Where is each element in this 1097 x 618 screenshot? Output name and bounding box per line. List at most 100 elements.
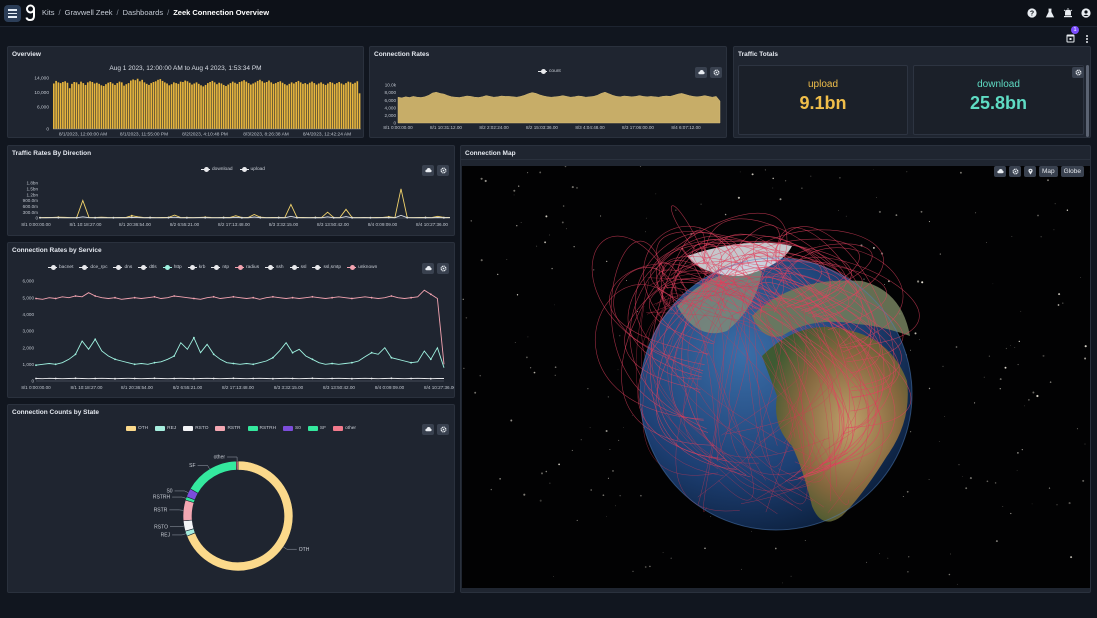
settings-button[interactable]	[1072, 67, 1084, 78]
bar	[145, 83, 148, 129]
star	[553, 576, 554, 577]
bar	[195, 82, 198, 129]
traffic-direction-chart[interactable]: 1.8bn1.5bn1.2bn900.0m600.0m300.0m08/1 0:…	[8, 146, 455, 236]
bar	[308, 82, 311, 129]
bar	[351, 83, 354, 129]
traffic-totals-title: Traffic Totals	[738, 51, 778, 58]
bar	[177, 83, 180, 129]
counts-by-state-chart[interactable]: OTH REJ RSTO RSTR RSTRHS0 SF other	[8, 405, 455, 593]
bar	[82, 83, 85, 129]
other-point	[153, 377, 156, 380]
star	[566, 228, 568, 230]
user-account-icon[interactable]	[1081, 8, 1091, 18]
bar	[256, 80, 259, 129]
y-tick-label: 0	[35, 216, 38, 221]
star	[644, 566, 647, 568]
bar	[222, 84, 225, 129]
star	[623, 426, 624, 428]
rates-by-service-chart[interactable]: 6,000 5,000 4,000 3,000 2,000 1,000 08/1 0:00:…	[8, 243, 455, 398]
overview-chart[interactable]: 14,000 10,000 6,000 0 8/1/2023, 12:00:00 AM 8…	[8, 47, 364, 138]
star	[1068, 502, 1071, 505]
x-tick-label: 8/2 2:02:24.00	[479, 125, 509, 130]
settings-button[interactable]	[1009, 166, 1021, 177]
upload-point	[424, 216, 427, 219]
x-tick-label: 8/3 17:06:00.00	[622, 125, 654, 130]
download-button[interactable]	[994, 166, 1006, 177]
bar	[105, 84, 107, 129]
location-button[interactable]	[1024, 166, 1036, 177]
bar	[109, 82, 112, 129]
scrollbar[interactable]	[1086, 65, 1089, 137]
bar	[197, 83, 200, 129]
y-tick-label: 600.0m	[23, 204, 38, 209]
star	[551, 267, 553, 270]
unknown-point	[133, 296, 136, 299]
star	[751, 173, 754, 176]
breadcrumb-gravwell-zeek[interactable]: Gravwell Zeek	[65, 8, 113, 17]
star	[1032, 391, 1035, 394]
star	[589, 427, 591, 429]
breadcrumb-separator: /	[116, 8, 119, 17]
star	[872, 246, 875, 249]
bar	[265, 82, 268, 129]
star	[1016, 470, 1018, 471]
y-tick-label: 1,000	[23, 362, 35, 367]
map-controls: Map Globe	[994, 166, 1085, 177]
bar	[184, 80, 187, 129]
x-tick-label: 8/4 0:09:09.00	[375, 385, 405, 390]
upload-point	[387, 216, 390, 219]
star	[983, 376, 985, 378]
star	[1053, 229, 1055, 231]
x-tick-label: 8/1 0:00:00.00	[383, 125, 413, 130]
star	[1057, 304, 1060, 306]
flask-icon[interactable]	[1045, 8, 1055, 18]
star	[837, 210, 839, 211]
bar	[284, 84, 286, 129]
upload-point	[314, 216, 317, 219]
x-tick-label: 8/2 17:13:48.00	[222, 385, 254, 390]
breadcrumb-dashboards[interactable]: Dashboards	[123, 8, 163, 17]
x-tick-label: 8/2 17:13:48.00	[218, 222, 250, 227]
bar	[100, 85, 103, 129]
bar	[170, 84, 173, 129]
help-icon[interactable]: ?	[1027, 8, 1037, 18]
http-point	[272, 356, 274, 359]
star	[740, 568, 742, 570]
star	[918, 339, 920, 341]
bar	[259, 79, 261, 129]
more-options-icon[interactable]	[1085, 34, 1089, 44]
connection-rates-chart[interactable]: 10.0k8,0006,0004,0002,00008/1 0:00:00.00…	[370, 47, 727, 138]
other-point	[133, 377, 136, 380]
bar	[333, 84, 336, 129]
download-value: 25.8bn	[969, 93, 1028, 113]
globe-view-button[interactable]: Globe	[1060, 166, 1085, 177]
star	[606, 260, 608, 263]
gravwell-logo[interactable]	[24, 4, 37, 22]
star	[1047, 179, 1049, 182]
http-point	[410, 361, 412, 364]
alarm-icon[interactable]	[1063, 8, 1073, 18]
breadcrumb-kits[interactable]: Kits	[42, 8, 55, 17]
bar	[295, 82, 297, 129]
bar	[141, 79, 143, 129]
star	[645, 231, 647, 233]
star	[605, 429, 608, 433]
star	[1080, 277, 1082, 279]
star	[463, 367, 465, 369]
http-point	[133, 363, 136, 366]
star	[1036, 394, 1039, 398]
star	[774, 547, 777, 550]
star	[549, 482, 551, 484]
unknown-point	[153, 295, 156, 298]
bar	[130, 80, 132, 129]
star	[878, 210, 881, 213]
slice-leader-line	[174, 490, 189, 493]
globe-visualization[interactable]	[462, 166, 1091, 588]
bar	[91, 82, 94, 129]
http-point	[291, 351, 294, 354]
menu-icon[interactable]	[4, 5, 21, 22]
map-view-button[interactable]: Map	[1039, 166, 1058, 177]
x-tick-label: 8/3 4:04:48.00	[575, 125, 605, 130]
other-point	[351, 377, 353, 380]
other-point	[212, 377, 215, 380]
